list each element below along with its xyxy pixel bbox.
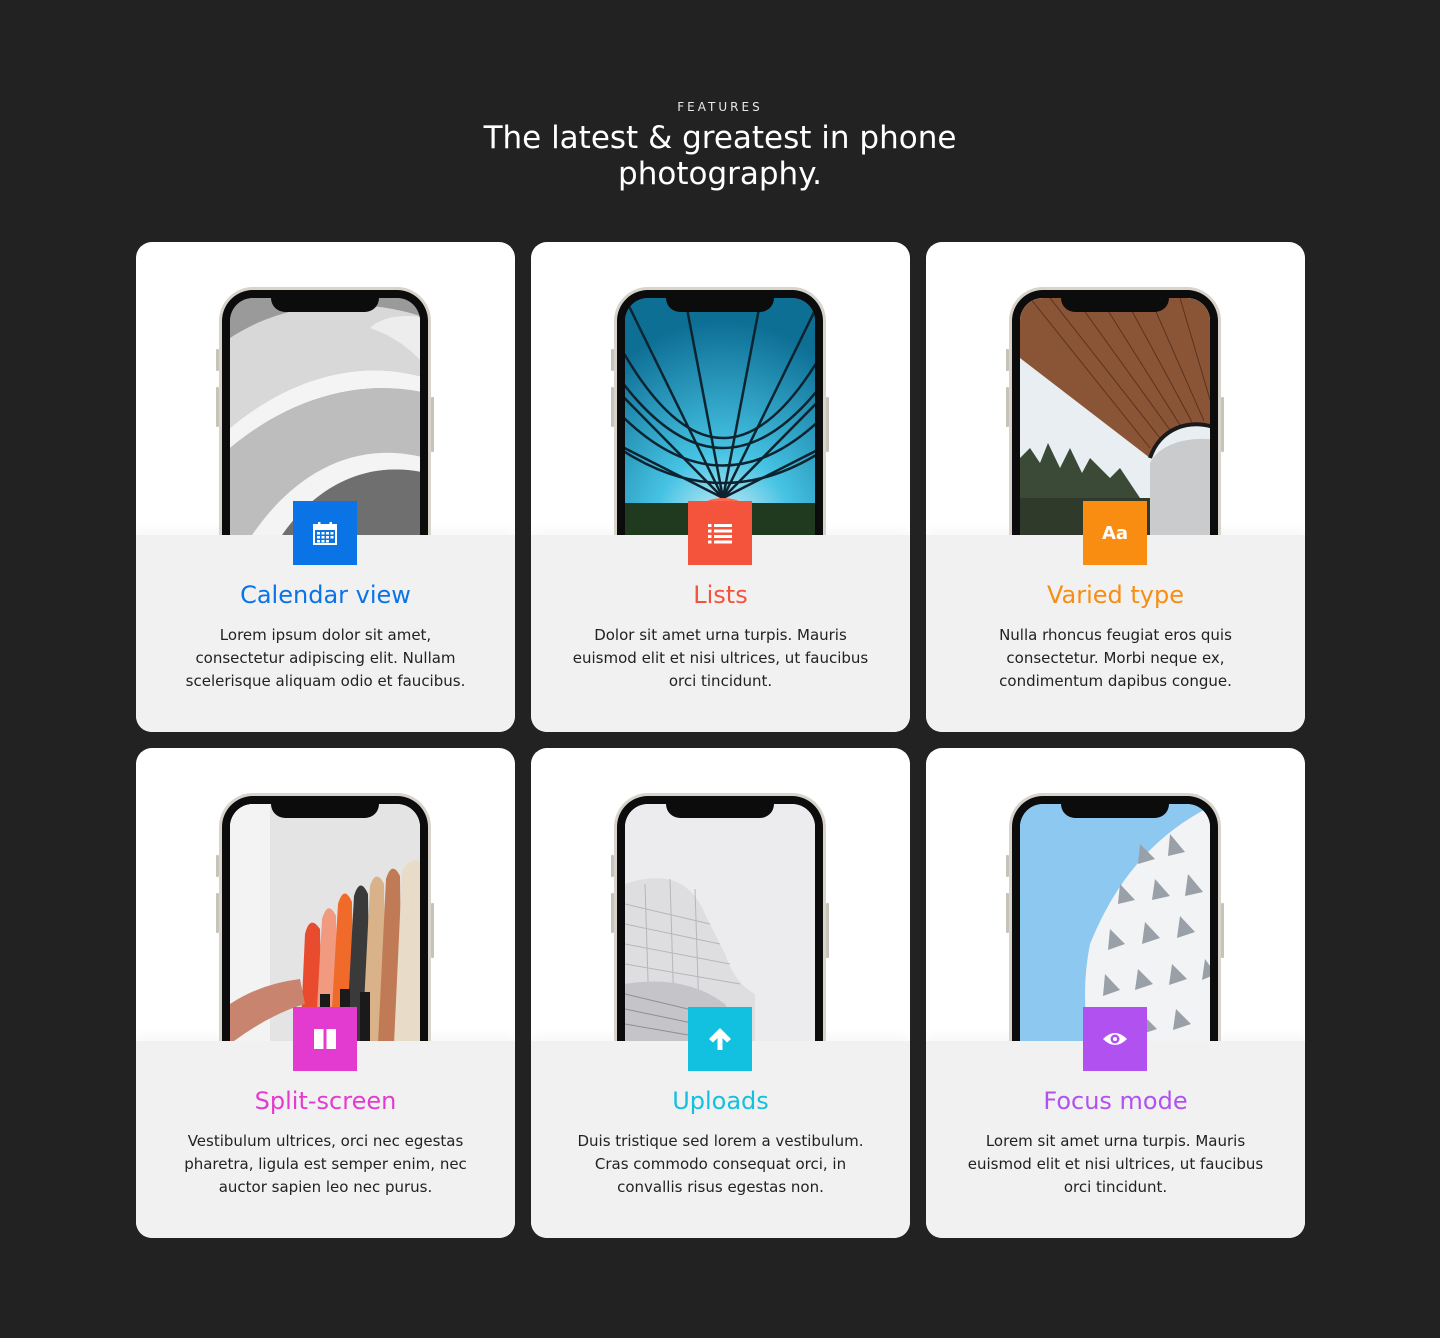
feature-card-varied-type: Aa Varied type Nulla rhoncus feugiat ero…	[926, 242, 1305, 732]
phone-mockup	[216, 793, 434, 1041]
feature-description: Nulla rhoncus feugiat eros quis consecte…	[999, 626, 1232, 690]
phone-notch	[666, 796, 774, 818]
feature-title: Uploads	[672, 1087, 769, 1115]
phone-notch	[1061, 290, 1169, 312]
feature-title: Lists	[693, 581, 748, 609]
feature-icon-box	[293, 1007, 357, 1071]
phone-mockup	[611, 793, 829, 1041]
phone-notch	[666, 290, 774, 312]
feature-title: Calendar view	[240, 581, 411, 609]
eye-icon	[1103, 1033, 1127, 1045]
feature-card-calendar-view: Calendar view Lorem ipsum dolor sit amet…	[136, 242, 515, 732]
section-eyebrow: FEATURES	[677, 100, 763, 114]
phone-screen-photo	[625, 804, 815, 1041]
phone-screen-photo	[625, 298, 815, 535]
feature-description: Lorem sit amet urna turpis. Mauris euism…	[967, 1132, 1264, 1196]
phone-mockup	[1006, 793, 1224, 1041]
feature-icon-box	[1083, 1007, 1147, 1071]
phone-notch	[271, 290, 379, 312]
type-aa-icon: Aa	[1101, 522, 1129, 544]
phone-screen-photo	[1020, 804, 1210, 1041]
phone-mockup	[611, 287, 829, 535]
feature-card-focus-mode: Focus mode Lorem sit amet urna turpis. M…	[926, 748, 1305, 1238]
feature-title: Varied type	[1046, 581, 1185, 609]
list-icon	[708, 524, 732, 544]
feature-card-uploads: Uploads Duis tristique sed lorem a vesti…	[531, 748, 910, 1238]
split-screen-icon	[314, 1029, 336, 1049]
phone-screen-photo	[230, 298, 420, 535]
feature-title: Split-screen	[254, 1087, 397, 1115]
calendar-icon	[313, 522, 337, 545]
feature-description: Duis tristique sed lorem a vestibulum. C…	[577, 1132, 864, 1196]
feature-card-lists: Lists Dolor sit amet urna turpis. Mauris…	[531, 242, 910, 732]
phone-mockup	[1006, 287, 1224, 535]
feature-title: Focus mode	[1043, 1087, 1188, 1115]
upload-arrow-icon	[709, 1028, 731, 1050]
phone-notch	[1061, 796, 1169, 818]
feature-icon-box	[293, 501, 357, 565]
feature-icon-box	[688, 501, 752, 565]
section-header: FEATURES The latest & greatest in phone …	[0, 100, 1440, 192]
feature-card-split-screen: Split-screen Vestibulum ultrices, orci n…	[136, 748, 515, 1238]
feature-icon-box: Aa	[1083, 501, 1147, 565]
phone-mockup	[216, 287, 434, 535]
feature-description: Dolor sit amet urna turpis. Mauris euism…	[572, 626, 869, 690]
features-grid: Calendar view Lorem ipsum dolor sit amet…	[136, 242, 1305, 1238]
phone-screen-photo	[230, 804, 420, 1041]
phone-notch	[271, 796, 379, 818]
phone-screen-photo	[1020, 298, 1210, 535]
section-title: The latest & greatest in phone photograp…	[483, 120, 957, 192]
feature-description: Vestibulum ultrices, orci nec egestas ph…	[184, 1132, 467, 1196]
feature-icon-box	[688, 1007, 752, 1071]
feature-description: Lorem ipsum dolor sit amet, consectetur …	[185, 626, 466, 690]
